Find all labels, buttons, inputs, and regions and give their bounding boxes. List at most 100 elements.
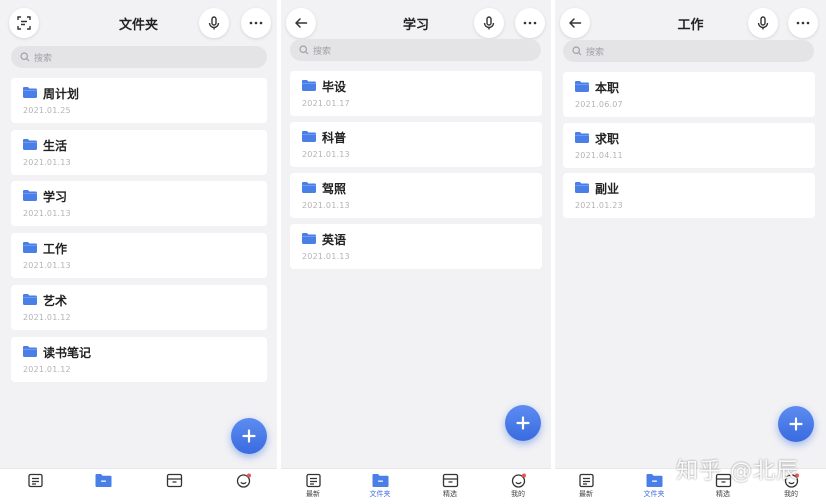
folder-date: 2021.01.13 [302,201,350,210]
tab-folders[interactable]: 文件夹 [360,473,400,499]
folder-item-job-hunting[interactable]: 求职 2021.04.11 [563,123,815,168]
tab-featured[interactable] [154,473,194,488]
plus-icon [789,417,803,431]
folder-icon [575,132,589,143]
folder-date: 2021.06.07 [575,100,623,109]
folder-item-study[interactable]: 学习 2021.01.13 [11,181,267,226]
folder-name: 艺术 [43,294,68,308]
more-dots-icon [796,21,810,25]
add-button[interactable] [505,405,541,441]
search-input[interactable]: 搜索 [563,40,814,62]
folder-name: 读书笔记 [43,346,92,360]
tab-label: 最新 [306,490,320,498]
folder-item-work[interactable]: 工作 2021.01.13 [11,233,267,278]
folder-icon [23,242,37,253]
folder-date: 2021.01.12 [23,365,71,374]
folder-item-main-job[interactable]: 本职 2021.06.07 [563,72,815,117]
more-button[interactable] [241,8,271,38]
more-dots-icon [249,21,263,25]
folder-tab-icon [646,474,662,487]
search-placeholder: 搜索 [34,53,53,64]
folder-name: 生活 [43,139,68,153]
smiley-icon [236,473,251,488]
microphone-icon [208,16,220,30]
tab-latest[interactable] [15,473,55,488]
folder-item-driving-license[interactable]: 驾照 2021.01.13 [290,173,542,218]
folder-tab-icon [95,474,111,487]
tab-label: 文件夹 [643,490,665,498]
folder-name: 驾照 [322,182,347,196]
tab-folders[interactable] [83,473,123,488]
folder-name: 毕设 [322,80,347,94]
folder-date: 2021.01.13 [23,261,71,270]
folder-item-graduation-project[interactable]: 毕设 2021.01.17 [290,71,542,116]
more-button[interactable] [515,8,545,38]
page-title: 文件夹 [118,18,158,33]
folder-icon [302,182,316,193]
folder-date: 2021.01.13 [23,209,71,218]
search-input[interactable]: 搜索 [290,39,541,61]
folder-icon [23,139,37,150]
tab-latest[interactable]: 最新 [566,473,606,499]
inbox-icon [166,473,182,488]
tab-bar: 最新 文件夹 精选 我的 [281,468,551,504]
notes-icon [578,473,594,488]
folder-name: 周计划 [43,87,80,101]
voice-button[interactable] [474,8,504,38]
tab-label: 文件夹 [369,490,391,498]
folder-date: 2021.01.13 [302,150,350,159]
add-button[interactable] [778,406,814,442]
tab-label: 我的 [784,490,798,498]
folder-name: 英语 [322,233,347,247]
tab-latest[interactable]: 最新 [293,473,333,499]
top-bar: 文件夹 [0,6,277,42]
folder-item-reading-notes[interactable]: 读书笔记 2021.01.12 [11,337,267,382]
voice-button[interactable] [748,8,778,38]
more-button[interactable] [788,8,818,38]
folder-name: 副业 [595,182,620,196]
tab-mine[interactable]: 我的 [498,473,538,499]
voice-button[interactable] [199,8,229,38]
tab-label: 精选 [443,490,457,498]
smiley-icon [511,473,526,488]
add-button[interactable] [231,418,267,454]
top-bar: 工作 [555,6,826,42]
folder-item-weekly-plan[interactable]: 周计划 2021.01.25 [11,78,267,123]
search-icon [20,52,30,62]
folder-date: 2021.01.25 [23,106,71,115]
folder-date: 2021.01.12 [23,313,71,322]
folder-name: 学习 [43,190,68,204]
folder-item-english[interactable]: 英语 2021.01.13 [290,224,542,269]
microphone-icon [757,16,769,30]
folder-date: 2021.01.23 [575,201,623,210]
folder-date: 2021.01.13 [23,158,71,167]
tab-label: 我的 [511,490,525,498]
tab-featured[interactable]: 精选 [430,473,470,499]
folder-date: 2021.01.17 [302,99,350,108]
folder-item-side-job[interactable]: 副业 2021.01.23 [563,173,815,218]
folder-name: 本职 [595,81,620,95]
folder-icon [23,190,37,201]
tab-label: 精选 [716,490,730,498]
folder-icon [23,294,37,305]
folder-icon [302,131,316,142]
folder-item-art[interactable]: 艺术 2021.01.12 [11,285,267,330]
search-input[interactable]: 搜索 [11,46,267,68]
search-icon [299,45,309,55]
page-title: 学习 [402,18,429,33]
folder-date: 2021.01.13 [302,252,350,261]
work-screen: 工作 搜索 本职 2021.06.07 求职 2021.04.11 副业 202… [555,0,826,504]
notes-icon [27,473,43,488]
folder-item-life[interactable]: 生活 2021.01.13 [11,130,267,175]
inbox-icon [442,473,458,488]
folder-icon [302,80,316,91]
tab-folders[interactable]: 文件夹 [634,473,674,499]
folder-name: 科普 [322,131,347,145]
search-icon [572,46,582,56]
tab-mine[interactable] [223,473,263,488]
folder-item-popular-science[interactable]: 科普 2021.01.13 [290,122,542,167]
folder-name: 工作 [43,242,68,256]
plus-icon [516,416,530,430]
folder-name: 求职 [595,132,620,146]
plus-icon [242,429,256,443]
